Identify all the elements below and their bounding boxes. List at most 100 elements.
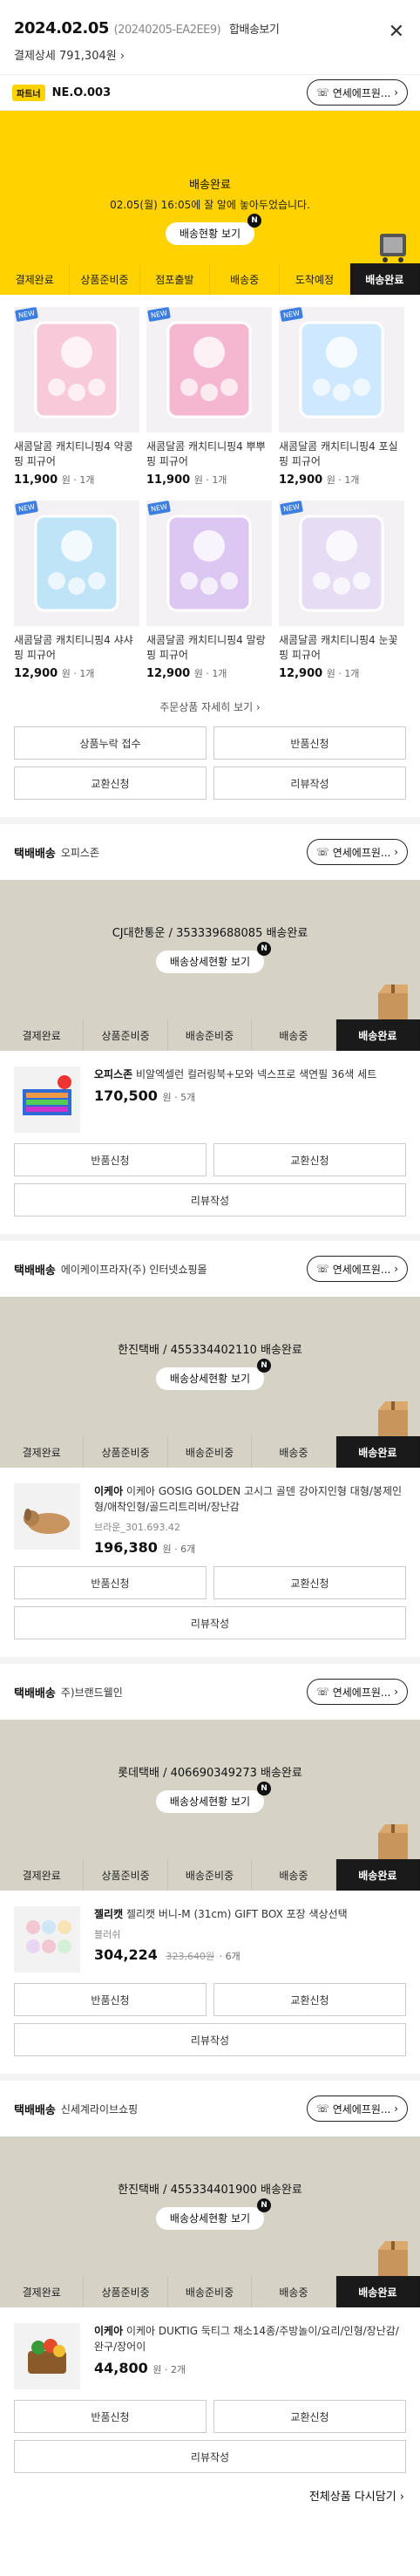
exchange-button[interactable]: 교환신청 <box>213 1983 406 2016</box>
order-product[interactable]: 이케아 이케아 DUKTIG 둑티그 채소14종/주방놀이/요리/인형/장난감/… <box>0 2307 420 2400</box>
reorder-all-link[interactable]: 전체상품 다시담기 › <box>0 2473 420 2512</box>
new-badge-icon: N <box>257 942 272 956</box>
missing-item-button[interactable]: 상품누락 접수 <box>14 726 207 760</box>
exchange-button[interactable]: 교환신청 <box>14 767 207 800</box>
review-button[interactable]: 리뷰작성 <box>213 767 406 800</box>
track-label: 배송현황 보기 <box>179 228 241 240</box>
section-actions: 반품신청 교환신청리뷰작성 <box>0 2400 420 2473</box>
track-button[interactable]: 배송현황 보기 N <box>165 214 262 245</box>
product-name: 새콤달콤 캐치티니핑4 포실 핑 피규어 <box>279 440 398 467</box>
delivery-section: 택배배송 오피스존 ☏ 연세에프원... › CJ대한통운 / 353339688… <box>0 817 420 1216</box>
phone-icon: ☏ <box>315 2102 329 2115</box>
product-price: 11,900 원 · 1개 <box>14 473 139 487</box>
product-info: 이케아 이케아 DUKTIG 둑티그 채소14종/주방놀이/요리/인형/장난감/… <box>94 2323 406 2389</box>
product-title: 이케아 이케아 DUKTIG 둑티그 채소14종/주방놀이/요리/인형/장난감/… <box>94 2323 406 2355</box>
grid-product-card[interactable]: NEW 새콤달콤 캐치티니핑4 눈꽃 핑 피규어 12,900 원 · 1개 <box>279 500 411 680</box>
step: 상품준비중 <box>84 1019 168 1051</box>
product-title: 젤리캣 젤리캣 버니-M (31cm) GIFT BOX 포장 색상선택 <box>94 1906 406 1922</box>
merge-delivery-link[interactable]: 합배송보기 <box>229 24 280 37</box>
track-detail-button[interactable]: 배송상세현황 보기 N <box>155 2198 272 2230</box>
figure-package-image <box>166 515 252 612</box>
chevron-right-icon: › <box>390 1263 398 1275</box>
product-thumbnail: NEW <box>279 500 404 626</box>
step: 배송중 <box>252 1859 336 1891</box>
track-detail-button[interactable]: 배송상세현황 보기 N <box>155 1359 272 1390</box>
original-price: 323,640원 <box>166 1951 215 1962</box>
track-detail-button[interactable]: 배송상세현황 보기 N <box>155 942 272 973</box>
delivery-status-banner: 한진택배 / 455334402110 배송완료 배송상세현황 보기 N <box>0 1297 420 1436</box>
step: 결제완료 <box>0 1019 85 1051</box>
return-button[interactable]: 반품신청 <box>14 1143 207 1176</box>
product-title: 오피스존 비알엑셀런 컬러링북+모와 넥스프로 색연필 36색 세트 <box>94 1067 406 1082</box>
seller-header: 택배배송 신세계라이브쇼핑 ☏ 연세에프원... › <box>0 2081 420 2136</box>
price-unit: 원 · 1개 <box>193 474 227 486</box>
return-button[interactable]: 반품신청 <box>14 1566 207 1599</box>
order-product[interactable]: 젤리캣 젤리캣 버니-M (31cm) GIFT BOX 포장 색상선택 블러쉬… <box>0 1891 420 1983</box>
figure-package-image <box>34 515 119 612</box>
return-button[interactable]: 반품신청 <box>14 2400 207 2433</box>
section-divider <box>0 1234 420 1241</box>
track-label: 배송상세현황 보기 <box>169 1373 251 1385</box>
grid-product-card[interactable]: NEW 새콤달콤 캐치티니핑4 말랑 핑 피규어 12,900 원 · 1개 <box>146 500 279 680</box>
order-date-line: 2024.02.05 (20240205-EA2EE9) 합배송보기 <box>14 19 406 37</box>
contact-label: 연세에프원... <box>332 86 391 99</box>
step: 배송준비중 <box>168 1436 253 1468</box>
delivery-status-banner: CJ대한통운 / 353339688085 배송완료 배송상세현황 보기 N <box>0 880 420 1019</box>
product-thumbnail: NEW <box>146 500 272 626</box>
contact-button[interactable]: ☏ 연세에프원... › <box>306 1679 408 1705</box>
product-name: 새콤달콤 캐치티니핑4 말랑 핑 피규어 <box>146 634 266 661</box>
more-products-link[interactable]: 주문상품 자세히 보기 › <box>0 694 420 726</box>
delivery-steps: 결제완료 상품준비중 배송준비중 배송중 배송완료 <box>0 1019 420 1051</box>
exchange-button[interactable]: 교환신청 <box>213 2400 406 2433</box>
track-label: 배송상세현황 보기 <box>169 2212 251 2225</box>
exchange-button[interactable]: 교환신청 <box>213 1566 406 1599</box>
product-grid: NEW 새콤달콤 캐치티니핑4 약콩 핑 피규어 11,900 원 · 1개 N… <box>0 295 420 694</box>
step: 점포출발 <box>140 263 210 295</box>
step-active: 배송완료 <box>335 1019 420 1051</box>
step-active: 배송완료 <box>335 2276 420 2307</box>
parcel-box-icon <box>378 1401 408 1436</box>
review-button[interactable]: 리뷰작성 <box>14 1606 406 1639</box>
return-button[interactable]: 반품신청 <box>213 726 406 760</box>
contact-button[interactable]: ☏ 연세에프원... › <box>306 1256 408 1282</box>
chevron-right-icon: › <box>390 1686 398 1698</box>
delivery-steps: 결제완료 상품준비중 배송준비중 배송중 배송완료 <box>0 2276 420 2307</box>
contact-button[interactable]: ☏ 연세에프원... › <box>306 839 408 865</box>
review-button[interactable]: 리뷰작성 <box>14 1183 406 1216</box>
contact-button[interactable]: ☏ 연세에프원... › <box>306 2096 408 2122</box>
delivery-section: 택배배송 에이케이프라자(주) 인터넷쇼핑몰 ☏ 연세에프원... › 한진택배 … <box>0 1234 420 1639</box>
step: 결제완료 <box>0 2276 85 2307</box>
track-detail-button[interactable]: 배송상세현황 보기 N <box>155 1782 272 1813</box>
delivery-steps: 결제완료 상품준비중 배송준비중 배송중 배송완료 <box>0 1436 420 1468</box>
store-name: NE.O.003 <box>51 85 112 99</box>
return-button[interactable]: 반품신청 <box>14 1983 207 2016</box>
payment-total-link[interactable]: 결제상세 791,304원 › <box>14 46 406 63</box>
step: 배송중 <box>210 263 281 295</box>
delivery-section: 택배배송 신세계라이브쇼핑 ☏ 연세에프원... › 한진택배 / 4553344… <box>0 2074 420 2473</box>
review-button[interactable]: 리뷰작성 <box>14 2440 406 2473</box>
status-title: 배송완료 <box>189 179 231 192</box>
price-unit: 원 · 1개 <box>326 474 360 486</box>
close-icon[interactable]: ✕ <box>389 21 404 43</box>
step: 결제완료 <box>0 263 71 295</box>
grid-product-card[interactable]: NEW 새콤달콤 캐치티니핑4 샤샤 핑 피규어 12,900 원 · 1개 <box>14 500 146 680</box>
exchange-button[interactable]: 교환신청 <box>213 1143 406 1176</box>
product-name: 새콤달콤 캐치티니핑4 샤샤 핑 피규어 <box>14 634 133 661</box>
store-bar: 파트너 NE.O.003 ☏ 연세에프원... › <box>0 74 420 111</box>
order-product[interactable]: 오피스존 비알엑셀런 컬러링북+모와 넥스프로 색연필 36색 세트 170,5… <box>0 1051 420 1143</box>
product-option: 블러쉬 <box>94 1929 121 1940</box>
section-actions: 반품신청 교환신청리뷰작성 <box>0 1983 420 2056</box>
order-product[interactable]: 이케아 이케아 GOSIG GOLDEN 고시그 골덴 강아지인형 대형/봉제인… <box>0 1468 420 1566</box>
review-button[interactable]: 리뷰작성 <box>14 2023 406 2056</box>
product-thumbnail: NEW <box>14 500 139 626</box>
product-thumbnail: NEW <box>14 306 139 433</box>
contact-button[interactable]: ☏ 연세에프원... › <box>306 79 408 106</box>
delivery-steps: 결제완료 상품준비중 점포출발 배송중 도착예정 배송완료 <box>0 263 420 295</box>
grid-product-card[interactable]: NEW 새콤달콤 캐치티니핑4 뿌뿌 핑 피규어 11,900 원 · 1개 <box>146 306 279 487</box>
price-value: 44,800 <box>94 2360 148 2376</box>
grid-product-card[interactable]: NEW 새콤달콤 캐치티니핑4 포실 핑 피규어 12,900 원 · 1개 <box>279 306 411 487</box>
seller-header: 택배배송 주)브랜드웰인 ☏ 연세에프원... › <box>0 1664 420 1720</box>
grid-product-card[interactable]: NEW 새콤달콤 캐치티니핑4 약콩 핑 피규어 11,900 원 · 1개 <box>14 306 146 487</box>
product-price: 12,900 원 · 1개 <box>279 666 404 680</box>
price-value: 196,380 <box>94 1539 158 1556</box>
